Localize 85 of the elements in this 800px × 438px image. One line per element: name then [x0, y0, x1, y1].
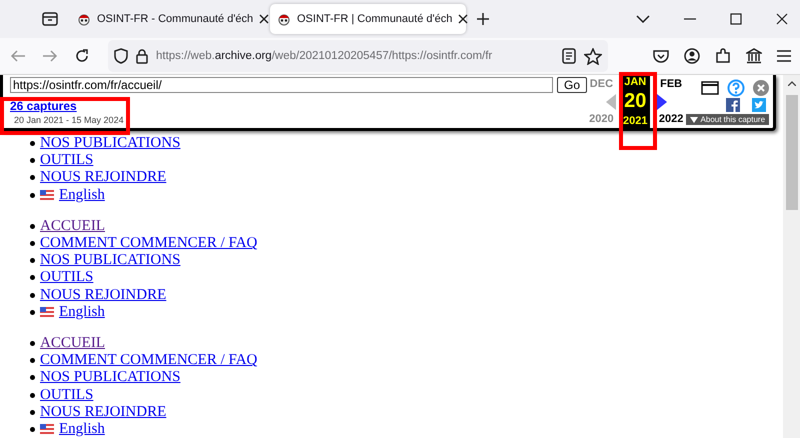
- maximize-icon[interactable]: [730, 13, 742, 25]
- nav-link[interactable]: OUTILS: [40, 269, 94, 286]
- address-bar[interactable]: https://web.archive.org/web/20210120205457/https://osintfr.com/fr: [108, 40, 608, 72]
- date-range: 20 Jan 2021 - 15 May 2024: [13, 115, 125, 125]
- nav-link[interactable]: NOS PUBLICATIONS: [40, 135, 180, 152]
- flag-icon: [40, 190, 54, 200]
- day-label: 20: [624, 90, 646, 113]
- window-icon[interactable]: [701, 81, 720, 95]
- nav-link[interactable]: English: [59, 420, 105, 438]
- reader-view-icon[interactable]: [562, 48, 576, 64]
- bullet-dot: [30, 258, 35, 264]
- browser-tab[interactable]: OSINT-FR | Communauté d'éch: [270, 4, 466, 34]
- bullet-dot: [30, 275, 35, 280]
- nav-link[interactable]: NOUS REJOINDRE: [40, 286, 166, 304]
- month-link[interactable]: FEB: [660, 78, 682, 90]
- close-icon[interactable]: [259, 14, 270, 24]
- skull-icon: [277, 12, 291, 26]
- back-arrow-icon[interactable]: [10, 49, 26, 63]
- tab-title: OSINT-FR - Communauté d'éch: [97, 13, 254, 25]
- chevron-down-icon[interactable]: [636, 15, 650, 23]
- bullet-dot: [30, 292, 35, 298]
- go-button[interactable]: Go: [556, 77, 587, 93]
- url-text: https://web.archive.org/web/20210120205457/https://osintfr.com/fr: [156, 50, 494, 62]
- right-arrow-icon[interactable]: [656, 94, 667, 110]
- nav-link[interactable]: OUTILS: [40, 386, 94, 404]
- nav-link[interactable]: COMMENT COMMENCER / FAQ: [40, 235, 258, 252]
- nav-link[interactable]: OUTILS: [40, 152, 94, 170]
- flag-icon: [40, 424, 54, 434]
- tab-list-icon[interactable]: [42, 12, 58, 26]
- browser-tab[interactable]: OSINT-FR - Communauté d'éch: [70, 4, 266, 34]
- skull-icon: [77, 12, 91, 26]
- forward-arrow-icon[interactable]: [42, 49, 58, 63]
- pocket-icon[interactable]: [653, 49, 669, 63]
- bullet-dot: [30, 340, 35, 346]
- scrollbar[interactable]: [783, 75, 800, 438]
- bird-icon[interactable]: [752, 98, 766, 112]
- facebook-icon[interactable]: [726, 98, 740, 112]
- about-capture-button[interactable]: About this capture: [686, 114, 770, 125]
- month-label: JAN: [624, 76, 646, 88]
- year-link[interactable]: 2020: [589, 113, 614, 125]
- bullet-dot: [30, 358, 35, 364]
- tab-title: OSINT-FR | Communauté d'éch: [297, 13, 452, 25]
- help-icon[interactable]: [727, 79, 746, 97]
- triangle-down-icon: [690, 116, 698, 122]
- url-input-field[interactable]: https://osintfr.com/fr/accueil/: [10, 77, 553, 93]
- minimize-icon[interactable]: [684, 18, 696, 20]
- bullet-dot: [30, 158, 35, 164]
- bullet-dot: [30, 310, 35, 315]
- flag-icon: [40, 307, 54, 318]
- bullet-dot: [30, 375, 35, 380]
- menu-icon[interactable]: [777, 50, 791, 62]
- nav-link[interactable]: English: [59, 304, 105, 321]
- left-arrow-icon: [606, 94, 616, 110]
- bullet-dot: [30, 141, 35, 146]
- nav-link[interactable]: NOS PUBLICATIONS: [40, 252, 180, 270]
- star-icon[interactable]: [584, 48, 602, 64]
- reload-icon[interactable]: [74, 48, 90, 64]
- shield-icon[interactable]: [114, 48, 128, 64]
- bullet-dot: [30, 192, 35, 198]
- lock-icon[interactable]: [136, 48, 148, 64]
- bullet-dot: [30, 175, 35, 180]
- nav-link[interactable]: COMMENT COMMENCER / FAQ: [40, 352, 258, 370]
- year-label: 2021: [623, 115, 648, 127]
- account-icon[interactable]: [684, 48, 700, 64]
- captures-link[interactable]: 26 captures: [10, 99, 587, 113]
- bullet-dot: [30, 392, 35, 398]
- month-link[interactable]: DEC: [590, 78, 614, 90]
- bullet-dot: [30, 241, 35, 246]
- puzzle-icon[interactable]: [715, 48, 731, 64]
- new-tab-icon[interactable]: [476, 12, 490, 26]
- nav-link[interactable]: ACCUEIL: [40, 218, 105, 235]
- close-icon[interactable]: [776, 13, 788, 25]
- scroll-thumb[interactable]: [786, 95, 798, 210]
- nav-link[interactable]: English: [59, 186, 105, 204]
- nav-link[interactable]: NOS PUBLICATIONS: [40, 369, 180, 386]
- year-link[interactable]: 2022: [658, 113, 684, 125]
- bullet-dot: [30, 426, 35, 432]
- library-icon[interactable]: [746, 48, 762, 64]
- nav-link[interactable]: ACCUEIL: [40, 334, 105, 352]
- close-icon[interactable]: [458, 14, 468, 24]
- bullet-dot: [30, 224, 35, 229]
- bullet-dot: [30, 410, 35, 415]
- nav-link[interactable]: NOUS REJOINDRE: [40, 404, 166, 421]
- nav-link[interactable]: NOUS REJOINDRE: [40, 169, 166, 186]
- scroll-up-icon[interactable]: [788, 81, 796, 86]
